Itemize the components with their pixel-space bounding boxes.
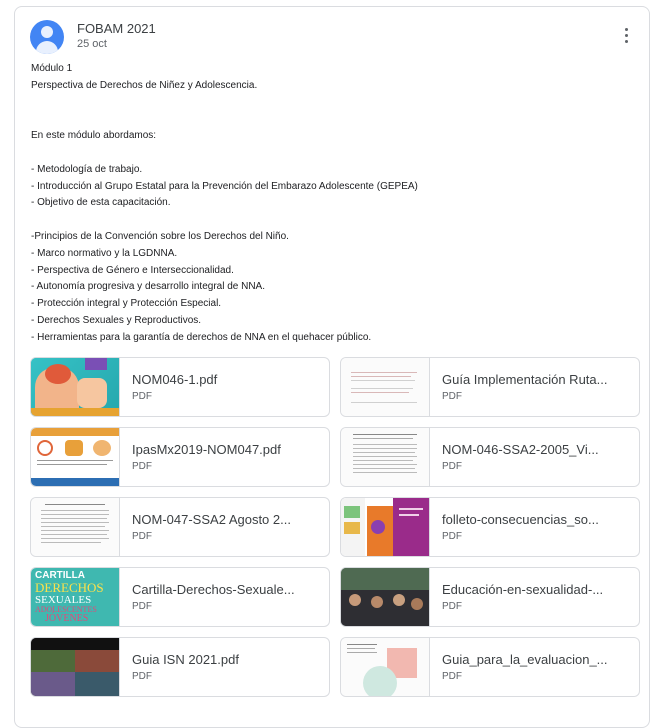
attachment-name: Cartilla-Derechos-Sexuale... bbox=[132, 582, 295, 597]
attachment-name: IpasMx2019-NOM047.pdf bbox=[132, 442, 281, 457]
post-line bbox=[31, 212, 631, 229]
pdf-thumbnail: CARTILLA DERECHOS SEXUALES ADOLESCENTES … bbox=[31, 568, 120, 626]
attachment-card[interactable]: IpasMx2019-NOM047.pdf PDF bbox=[30, 427, 330, 487]
attachment-name: folleto-consecuencias_so... bbox=[442, 512, 599, 527]
attachment-name: NOM046-1.pdf bbox=[132, 372, 218, 387]
post-line: - Herramientas para la garantía de derec… bbox=[31, 331, 372, 343]
attachment-name: NOM-047-SSA2 Agosto 2... bbox=[132, 512, 291, 527]
attachment-card[interactable]: CARTILLA DERECHOS SEXUALES ADOLESCENTES … bbox=[30, 567, 330, 627]
post-date: 25 oct bbox=[77, 38, 107, 50]
attachment-card[interactable]: Guia_para_la_evaluacion_... PDF bbox=[340, 637, 640, 697]
post-line: - Protección integral y Protección Espec… bbox=[31, 298, 222, 310]
pdf-thumbnail bbox=[31, 638, 120, 696]
post-body: Módulo 1 Perspectiva de Derechos de Niñe… bbox=[31, 61, 631, 347]
attachment-name: NOM-046-SSA2-2005_Vi... bbox=[442, 442, 599, 457]
post-line: - Marco normativo y la LGDNNA. bbox=[31, 247, 178, 259]
pdf-thumbnail bbox=[31, 428, 120, 486]
post-line: - Introducción al Grupo Estatal para la … bbox=[31, 180, 418, 192]
attachment-card[interactable]: folleto-consecuencias_so... PDF bbox=[340, 497, 640, 557]
post-line: -Principios de la Convención sobre los D… bbox=[31, 230, 289, 242]
more-options-icon[interactable] bbox=[625, 28, 629, 44]
attachment-type: PDF bbox=[442, 391, 462, 402]
attachment-type: PDF bbox=[442, 601, 462, 612]
pdf-thumbnail bbox=[31, 498, 120, 556]
post-line: - Objetivo de esta capacitación. bbox=[31, 197, 171, 209]
pdf-thumbnail bbox=[341, 428, 430, 486]
post-line: Módulo 1 bbox=[31, 63, 73, 74]
attachment-card[interactable]: NOM-047-SSA2 Agosto 2... PDF bbox=[30, 497, 330, 557]
attachment-name: Guia_para_la_evaluacion_... bbox=[442, 652, 608, 667]
attachment-type: PDF bbox=[132, 531, 152, 542]
post-line: - Metodología de trabajo. bbox=[31, 163, 143, 175]
attachment-card[interactable]: Guía Implementación Ruta... PDF bbox=[340, 357, 640, 417]
attachment-type: PDF bbox=[442, 461, 462, 472]
attachment-type: PDF bbox=[442, 671, 462, 682]
attachment-name: Guia ISN 2021.pdf bbox=[132, 652, 239, 667]
post-line bbox=[31, 111, 631, 128]
thumbnail-text: JÓVENES bbox=[45, 613, 89, 624]
attachment-card[interactable]: NOM046-1.pdf PDF bbox=[30, 357, 330, 417]
attachment-type: PDF bbox=[132, 461, 152, 472]
avatar[interactable] bbox=[30, 20, 64, 54]
post-line bbox=[31, 95, 631, 112]
post-line: Perspectiva de Derechos de Niñez y Adole… bbox=[31, 79, 258, 91]
attachment-type: PDF bbox=[442, 531, 462, 542]
pdf-thumbnail bbox=[31, 358, 120, 416]
attachment-card[interactable]: NOM-046-SSA2-2005_Vi... PDF bbox=[340, 427, 640, 487]
attachment-card[interactable]: Guia ISN 2021.pdf PDF bbox=[30, 637, 330, 697]
attachment-type: PDF bbox=[132, 391, 152, 402]
post-line: En este módulo abordamos: bbox=[31, 130, 157, 142]
attachment-card[interactable]: Educación-en-sexualidad-... PDF bbox=[340, 567, 640, 627]
attachment-name: Educación-en-sexualidad-... bbox=[442, 582, 604, 597]
post-line bbox=[31, 145, 631, 162]
attachment-name: Guía Implementación Ruta... bbox=[442, 372, 608, 387]
attachment-type: PDF bbox=[132, 601, 152, 612]
post-author: FOBAM 2021 bbox=[77, 21, 156, 36]
post-line: - Derechos Sexuales y Reproductivos. bbox=[31, 314, 202, 326]
pdf-thumbnail bbox=[341, 498, 430, 556]
post-line: - Perspectiva de Género e Interseccional… bbox=[31, 264, 234, 276]
post-line: - Autonomía progresiva y desarrollo inte… bbox=[31, 281, 266, 293]
pdf-thumbnail bbox=[341, 358, 430, 416]
attachment-type: PDF bbox=[132, 671, 152, 682]
pdf-thumbnail bbox=[341, 568, 430, 626]
pdf-thumbnail bbox=[341, 638, 430, 696]
